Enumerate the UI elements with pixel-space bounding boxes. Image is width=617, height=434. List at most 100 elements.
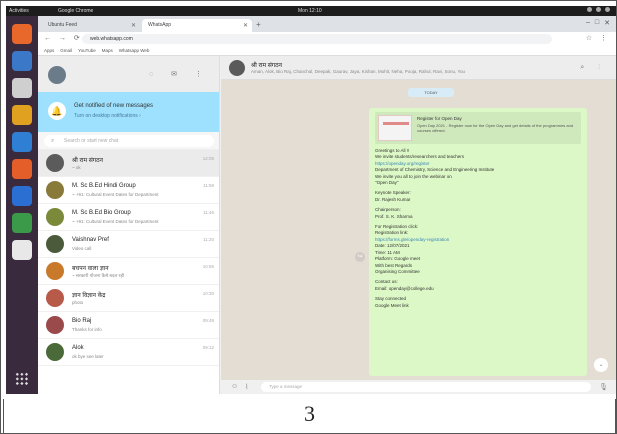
sidebar-header-icons[interactable]: ◌ ✉ ⋮: [149, 70, 210, 78]
preview-thumbnail: [378, 115, 412, 141]
chat-name: M. Sc B.Ed Hindi Group: [72, 183, 136, 189]
activities-button[interactable]: Activities: [9, 8, 29, 14]
chat-list-item[interactable]: ज्ञान विज्ञान केंद्र photo 10:30: [38, 285, 219, 312]
chat-preview: ~ ok: [72, 165, 81, 170]
chat-list-item[interactable]: Alok ok bye see later 09:12: [38, 339, 219, 366]
chat-preview: Video call: [72, 246, 92, 251]
chat-list-item[interactable]: श्री राम संगठन ~ ok 12:09: [38, 150, 219, 177]
tab-whatsapp[interactable]: WhatsApp ✕: [142, 19, 252, 32]
date-chip: TODAY: [408, 88, 454, 97]
bookmark-apps[interactable]: Apps: [44, 48, 54, 53]
chat-name: Vaishnav Pref: [72, 237, 109, 243]
address-bar[interactable]: web.whatsapp.com: [82, 34, 552, 44]
chat-time: 10:30: [202, 291, 214, 296]
extensions-icon[interactable]: ☆ ⋮: [586, 34, 610, 42]
avatar: [46, 343, 64, 361]
composer: ☺ ⌇ Type a message 🎙: [221, 380, 616, 394]
app-menu[interactable]: Google Chrome: [58, 8, 93, 14]
chrome-window: Ubuntu Feed ✕ WhatsApp ✕ + – □ ✕ ← → ⟳ w…: [38, 16, 616, 394]
notification-title: Get notified of new messages: [74, 103, 154, 109]
bookmark-maps[interactable]: Maps: [102, 48, 113, 53]
chat-preview: Thanks for info: [72, 327, 102, 332]
chat-sidebar: ◌ ✉ ⋮ 🔔 Get notified of new messages Tur…: [38, 56, 220, 394]
mic-icon[interactable]: 🎙: [599, 383, 608, 391]
chat-name: बचपन वाला ज्ञान: [72, 266, 109, 272]
maximize-icon[interactable]: □: [595, 19, 599, 27]
attach-icon[interactable]: ⌇: [245, 383, 248, 391]
close-tab-icon[interactable]: ✕: [243, 22, 248, 29]
chat-preview: photo: [72, 300, 84, 305]
search-bar: Search or start new chat ⌕: [38, 132, 219, 150]
chat-time: 11:46: [203, 210, 214, 215]
help-icon[interactable]: [12, 186, 32, 206]
notification-link[interactable]: Turn on desktop notifications ›: [74, 113, 141, 119]
navigation-buttons[interactable]: ← → ⟳: [44, 34, 83, 42]
chrome-icon[interactable]: [12, 213, 32, 233]
bookmark-whatsapp-web[interactable]: Whatsapp Web: [119, 48, 150, 53]
chat-name: Alok: [72, 345, 84, 351]
chat-time: 09:48: [202, 318, 214, 323]
browser-toolbar: ← → ⟳ web.whatsapp.com ☆ ⋮: [38, 32, 616, 46]
tab-label: Ubuntu Feed: [48, 22, 77, 28]
show-applications-icon[interactable]: [15, 372, 29, 386]
close-tab-icon[interactable]: ✕: [131, 22, 136, 29]
clock[interactable]: Mon 12:10: [298, 8, 322, 14]
bookmark-youtube[interactable]: YouTube: [78, 48, 96, 53]
message-text: Greetings to All !! We invite students/re…: [375, 148, 581, 309]
avatar: [46, 316, 64, 334]
conversation-header-icons[interactable]: ⌕ ⋮: [580, 64, 606, 72]
bookmark-gmail[interactable]: Gmail: [60, 48, 72, 53]
avatar: [46, 154, 64, 172]
forward-icon[interactable]: ↪: [355, 252, 365, 262]
text-editor-icon[interactable]: [12, 240, 32, 260]
conversation-pane: श्री राम संगठन Aman, Alok, Bio Raj, Chan…: [221, 56, 616, 394]
avatar: [46, 235, 64, 253]
tab-strip: Ubuntu Feed ✕ WhatsApp ✕ + – □ ✕: [38, 16, 616, 32]
message-line: Google Meet link: [375, 302, 409, 308]
dock: [6, 16, 38, 394]
system-tray[interactable]: [587, 7, 610, 12]
chat-list-item[interactable]: M. Sc B.Ed Hindi Group ~ +91: Cultural Ev…: [38, 177, 219, 204]
avatar: [46, 262, 64, 280]
close-window-icon[interactable]: ✕: [604, 19, 610, 27]
search-input[interactable]: Search or start new chat: [44, 135, 214, 147]
sidebar-header: ◌ ✉ ⋮: [38, 56, 219, 92]
chat-list-item[interactable]: Vaishnav Pref Video call 11:20: [38, 231, 219, 258]
conversation-header[interactable]: श्री राम संगठन Aman, Alok, Bio Raj, Chan…: [221, 56, 616, 80]
message-input[interactable]: Type a message: [261, 382, 591, 392]
emoji-icon[interactable]: ☺: [231, 383, 238, 390]
whatsapp-web: ◌ ✉ ⋮ 🔔 Get notified of new messages Tur…: [38, 56, 616, 394]
chat-preview: ~ +91: Cultural Event Dates for Departme…: [72, 192, 159, 197]
firefox-icon[interactable]: [12, 24, 32, 44]
notification-banner[interactable]: 🔔 Get notified of new messages Turn on d…: [38, 92, 219, 132]
bookmarks-bar: Apps Gmail YouTube Maps Whatsapp Web: [38, 46, 616, 56]
avatar[interactable]: [48, 66, 66, 84]
rhythmbox-icon[interactable]: [12, 105, 32, 125]
participants-list: Aman, Alok, Bio Raj, Chanchal, Deepak, G…: [251, 69, 466, 74]
chat-time: 11:20: [203, 237, 214, 242]
group-avatar[interactable]: [229, 60, 245, 76]
chat-list: श्री राम संगठन ~ ok 12:09 M. Sc B.Ed Hindi …: [38, 150, 219, 366]
chat-name: श्री राम संगठन: [72, 158, 103, 164]
new-tab-icon[interactable]: +: [256, 20, 261, 29]
avatar: [46, 289, 64, 307]
page-number: 3: [304, 401, 315, 426]
link-preview[interactable]: Register for Open Day Open Day 2021 - Re…: [375, 112, 581, 144]
software-icon[interactable]: [12, 159, 32, 179]
files-icon[interactable]: [12, 78, 32, 98]
thunderbird-icon[interactable]: [12, 51, 32, 71]
message-bubble[interactable]: Register for Open Day Open Day 2021 - Re…: [369, 108, 587, 376]
tab-ubuntu-feed[interactable]: Ubuntu Feed ✕: [42, 19, 140, 32]
chat-time: 11:58: [203, 183, 214, 188]
chat-list-item[interactable]: Bio Raj Thanks for info 09:48: [38, 312, 219, 339]
chat-list-item[interactable]: M. Sc B.Ed Bio Group ~ +91: Cultural Even…: [38, 204, 219, 231]
scroll-down-icon[interactable]: ⌄: [594, 358, 608, 372]
chat-preview: ~ +91: Cultural Event Dates for Departme…: [72, 219, 159, 224]
power-icon: [605, 7, 610, 12]
writer-icon[interactable]: [12, 132, 32, 152]
chat-name: ज्ञान विज्ञान केंद्र: [72, 293, 106, 299]
screenshot: Activities Google Chrome Mon 12:10 Ubunt…: [6, 6, 616, 394]
minimize-icon[interactable]: –: [586, 19, 590, 27]
chat-time: 09:12: [202, 345, 214, 350]
chat-list-item[interactable]: बचपन वाला ज्ञान ~ सरकारी योजना कैसे बदल र…: [38, 258, 219, 285]
